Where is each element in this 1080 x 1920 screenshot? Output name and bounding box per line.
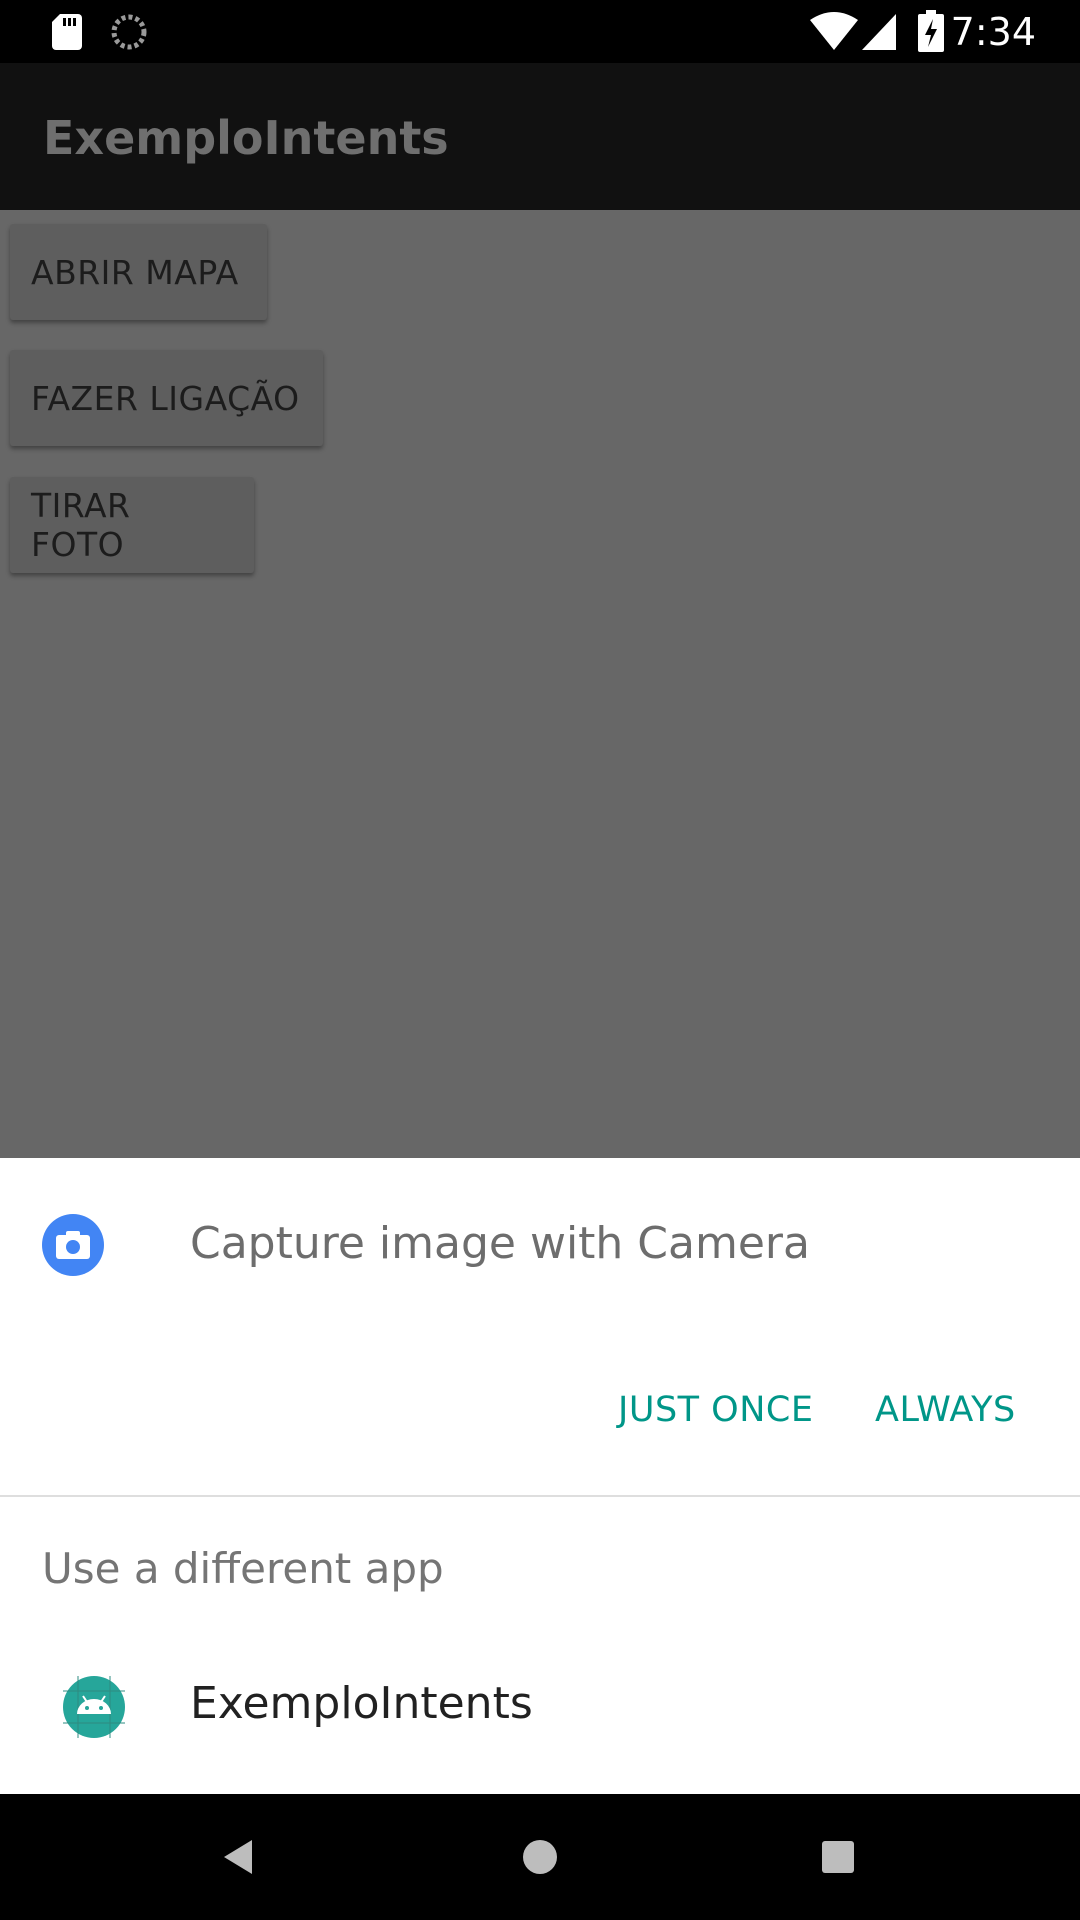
status-bar: 7:34	[0, 0, 1080, 63]
signal-icon	[862, 14, 896, 50]
take-photo-button[interactable]: TIRAR FOTO	[10, 477, 254, 573]
open-map-button[interactable]: ABRIR MAPA	[10, 224, 267, 320]
default-app-label[interactable]: Capture image with Camera	[190, 1218, 810, 1269]
home-icon[interactable]	[515, 1832, 565, 1882]
app-chooser-sheet: Capture image with Camera JUST ONCE ALWA…	[0, 1158, 1080, 1794]
app-content: ABRIR MAPA FAZER LIGAÇÃO TIRAR FOTO	[0, 210, 1080, 1158]
open-map-button-label: ABRIR MAPA	[31, 252, 239, 292]
navigation-bar	[0, 1794, 1080, 1920]
use-different-app-heading: Use a different app	[42, 1544, 444, 1593]
sd-card-icon	[52, 14, 82, 50]
app-list-item-name: ExemploIntents	[190, 1678, 533, 1729]
back-icon[interactable]	[216, 1832, 266, 1882]
divider	[0, 1495, 1080, 1497]
recents-icon[interactable]	[813, 1832, 863, 1882]
app-title: ExemploIntents	[43, 111, 449, 165]
app-list-item[interactable]: ExemploIntents	[0, 1648, 1080, 1788]
make-call-button[interactable]: FAZER LIGAÇÃO	[10, 350, 323, 446]
just-once-button[interactable]: JUST ONCE	[618, 1390, 813, 1430]
take-photo-button-label: TIRAR FOTO	[31, 486, 131, 564]
screen: 7:34 ExemploIntents ABRIR MAPA FAZER LIG…	[0, 0, 1080, 1920]
app-toolbar: ExemploIntents	[0, 63, 1080, 210]
android-icon	[63, 1676, 125, 1738]
make-call-button-label: FAZER LIGAÇÃO	[31, 378, 300, 418]
camera-icon	[42, 1214, 104, 1276]
battery-charging-icon	[918, 10, 944, 52]
sync-icon	[111, 14, 147, 50]
always-button[interactable]: ALWAYS	[875, 1390, 1016, 1430]
wifi-icon	[810, 12, 858, 50]
status-clock: 7:34	[950, 10, 1036, 54]
